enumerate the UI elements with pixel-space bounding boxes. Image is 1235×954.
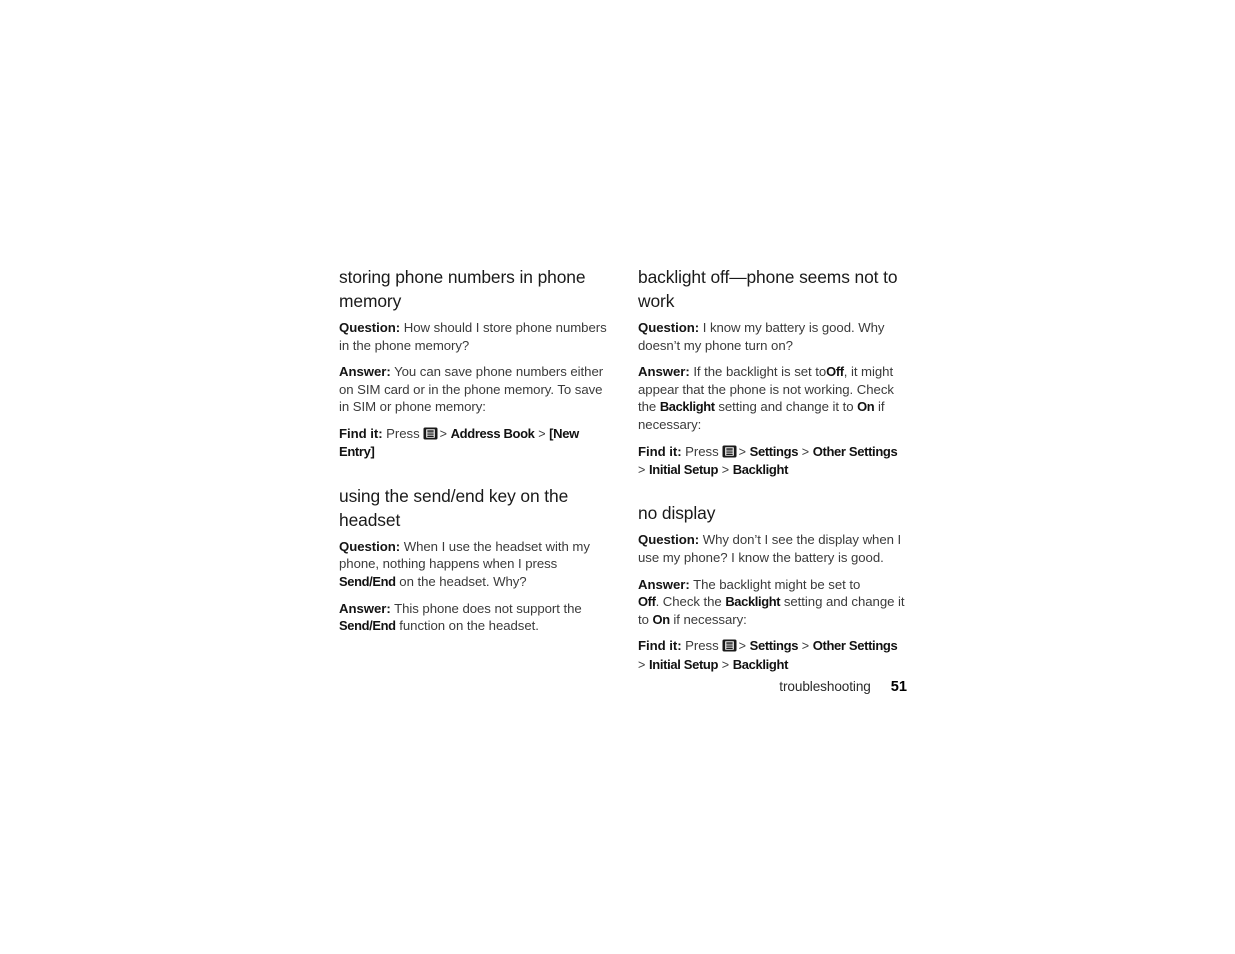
setting-value-off: Off xyxy=(826,364,844,380)
answer-label: Answer: xyxy=(638,576,690,592)
path-separator: > xyxy=(801,639,810,654)
key-name-send-end: Send/End xyxy=(339,618,396,634)
left-column: storing phone numbers in phone memory Qu… xyxy=(339,265,607,635)
menu-path-item-2: Other Settings xyxy=(812,443,898,459)
menu-key-icon xyxy=(423,427,438,440)
section-heading: using the send/end key on the headset xyxy=(339,485,569,530)
menu-path-item-1: Address Book xyxy=(450,425,535,441)
answer-text-part-b: function on the headset. xyxy=(399,618,539,634)
setting-value-on: On xyxy=(652,611,671,627)
question-text-part-b: on the headset. Why? xyxy=(399,573,527,589)
footer-page-number: 51 xyxy=(890,679,907,695)
answer-paragraph: Answer: This phone does not support the … xyxy=(339,600,607,635)
menu-key-icon xyxy=(722,639,737,652)
section-heading: no display xyxy=(638,503,716,524)
answer-paragraph: Answer: You can save phone numbers eithe… xyxy=(339,363,607,416)
path-separator: > xyxy=(738,444,746,459)
question-paragraph: Question: I know my battery is good. Why… xyxy=(638,319,906,354)
answer-text-part-a: This phone does not support the xyxy=(394,600,582,616)
menu-path-item-1: Settings xyxy=(749,638,799,654)
find-it-label: Find it: xyxy=(638,443,682,459)
find-it-paragraph: Find it: Press > Address Book > [New Entr… xyxy=(339,425,607,462)
page-content: storing phone numbers in phone memory Qu… xyxy=(339,265,907,674)
question-label: Question: xyxy=(339,320,401,335)
path-separator: > xyxy=(638,657,646,672)
setting-value-off: Off xyxy=(638,594,656,610)
answer-text-part-c: setting and change it to xyxy=(718,399,854,415)
menu-path-item-2: Other Settings xyxy=(812,638,898,654)
path-separator: > xyxy=(721,657,730,672)
section-backlight-off: backlight off—phone seems not to work Qu… xyxy=(638,265,906,479)
section-heading: backlight off—phone seems not to work xyxy=(638,267,898,311)
footer-section-name: troubleshooting xyxy=(779,679,871,694)
find-it-press-word: Press xyxy=(685,443,719,459)
question-paragraph: Question: How should I store phone numbe… xyxy=(339,319,607,354)
two-column-layout: storing phone numbers in phone memory Qu… xyxy=(339,265,907,674)
path-separator: > xyxy=(538,426,546,441)
path-separator: > xyxy=(801,444,810,459)
question-label: Question: xyxy=(638,532,700,548)
setting-value-on: On xyxy=(857,399,875,415)
answer-text-part-d: if necessary: xyxy=(673,611,747,627)
find-it-label: Find it: xyxy=(339,425,383,441)
answer-paragraph: Answer: The backlight might be set to Of… xyxy=(638,576,906,629)
key-name-send-end: Send/End xyxy=(339,573,396,589)
path-separator: > xyxy=(721,462,730,477)
section-send-end-key: using the send/end key on the headset Qu… xyxy=(339,484,607,635)
page-footer: troubleshooting 51 xyxy=(339,678,907,696)
section-no-display: no display Question: Why don’t I see the… xyxy=(638,501,906,674)
answer-text-part-a: The backlight might be set to xyxy=(693,576,861,592)
answer-label: Answer: xyxy=(638,364,690,380)
question-label: Question: xyxy=(638,320,700,335)
answer-text-part-b: . Check the xyxy=(655,594,722,610)
path-separator: > xyxy=(738,639,746,654)
menu-path-item-4: Backlight xyxy=(732,461,789,477)
menu-key-icon xyxy=(722,445,737,458)
right-column: backlight off—phone seems not to work Qu… xyxy=(638,265,906,674)
setting-name-backlight: Backlight xyxy=(659,399,715,415)
find-it-press-word: Press xyxy=(685,638,719,654)
section-heading: storing phone numbers in phone memory xyxy=(339,267,586,311)
find-it-paragraph: Find it: Press > Settings > Other Setting… xyxy=(638,637,906,674)
question-paragraph: Question: When I use the headset with my… xyxy=(339,538,607,591)
find-it-press-word: Press xyxy=(386,425,420,441)
answer-label: Answer: xyxy=(339,364,391,380)
manual-page: storing phone numbers in phone memory Qu… xyxy=(0,0,1235,954)
question-label: Question: xyxy=(339,538,401,554)
setting-name-backlight: Backlight xyxy=(725,594,781,610)
answer-paragraph: Answer: If the backlight is set toOff, i… xyxy=(638,363,906,433)
menu-path-item-3: Initial Setup xyxy=(648,656,719,672)
answer-label: Answer: xyxy=(339,600,391,616)
menu-path-item-1: Settings xyxy=(749,443,799,459)
menu-path-item-4: Backlight xyxy=(732,656,789,672)
find-it-label: Find it: xyxy=(638,638,682,654)
question-paragraph: Question: Why don’t I see the display wh… xyxy=(638,531,906,566)
find-it-paragraph: Find it: Press > Settings > Other Setting… xyxy=(638,443,906,480)
menu-path-item-3: Initial Setup xyxy=(648,461,719,477)
answer-off-phrase: Off. Check the xyxy=(638,594,722,609)
section-storing-phone-numbers: storing phone numbers in phone memory Qu… xyxy=(339,265,607,462)
path-separator: > xyxy=(638,462,646,477)
answer-text-part-a: If the backlight is set to xyxy=(693,364,827,380)
path-separator: > xyxy=(439,426,447,441)
